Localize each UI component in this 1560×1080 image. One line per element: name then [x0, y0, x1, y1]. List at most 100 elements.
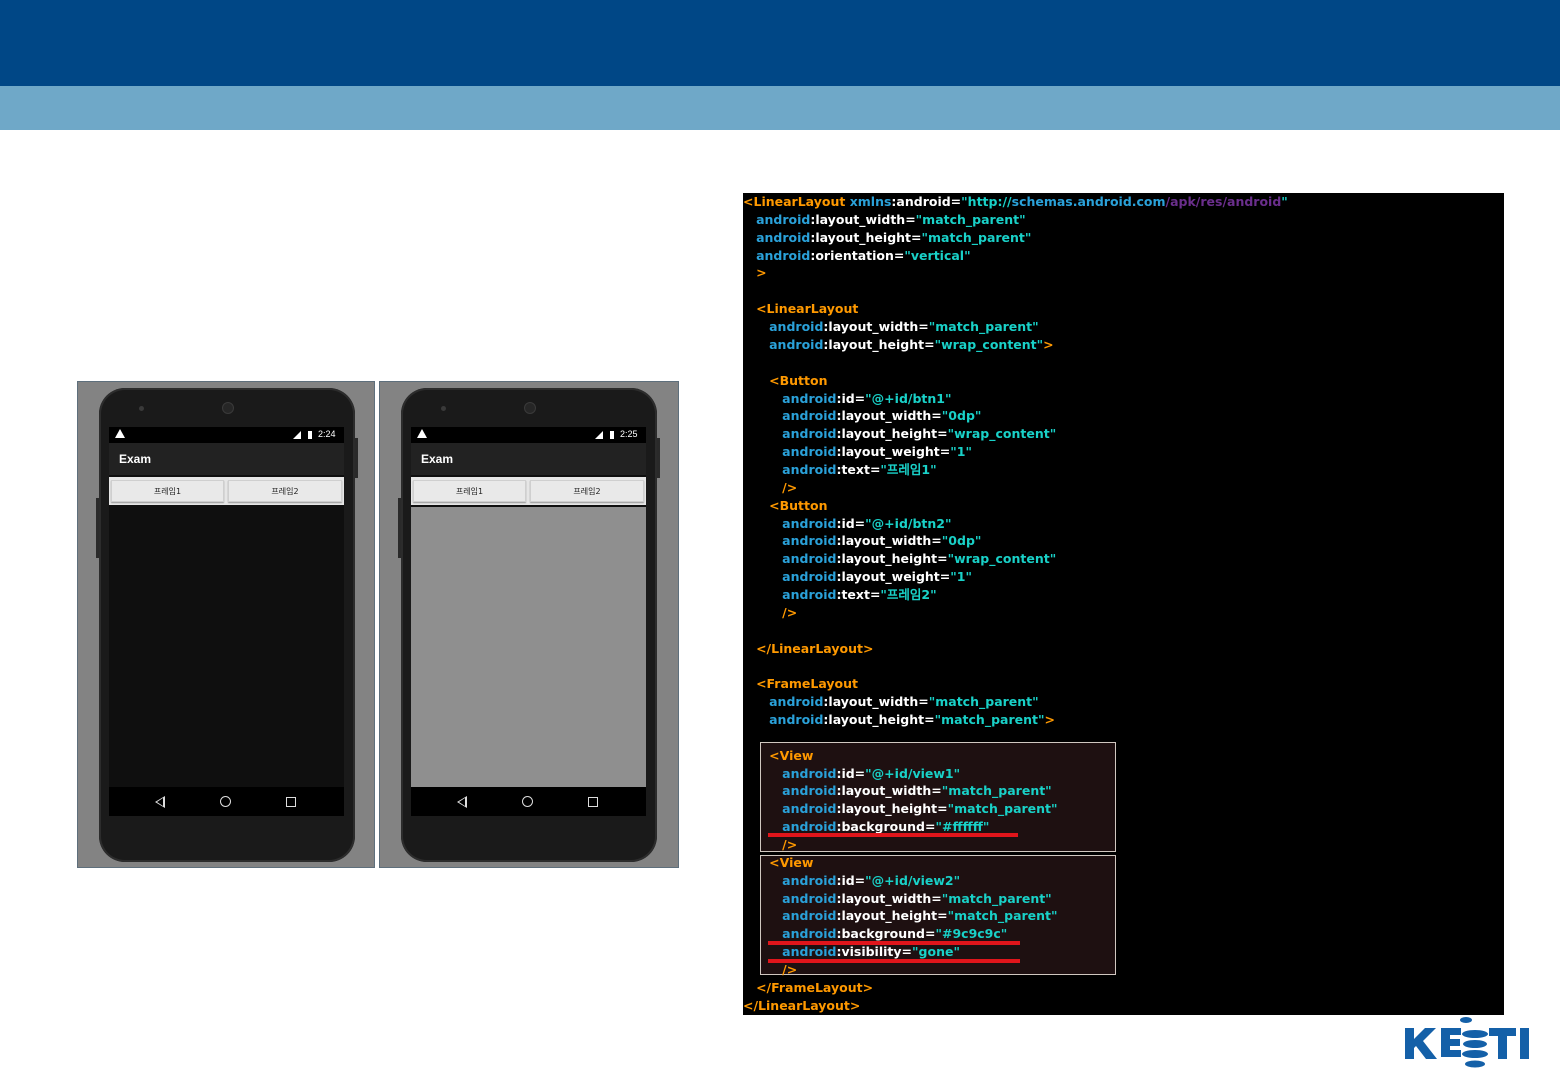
code-token: FrameLayout	[771, 979, 863, 995]
code-token: LinearLayout	[771, 640, 863, 656]
code-token: android	[782, 765, 837, 781]
code-token: android	[769, 336, 824, 352]
code-line: <LinearLayout xmlns:android="http://sche…	[743, 193, 1288, 211]
code-token: </	[756, 979, 772, 995]
battery-icon	[308, 431, 312, 439]
code-token: android	[782, 586, 837, 602]
code-token: :layout_height=	[836, 801, 948, 817]
code-line: android:orientation="vertical"	[743, 247, 971, 265]
back-icon[interactable]	[457, 796, 467, 808]
code-line: <LinearLayout	[743, 300, 858, 318]
code-token: "match_parent"	[921, 229, 1032, 245]
code-token: :layout_weight=	[836, 569, 951, 585]
code-token: android	[756, 229, 811, 245]
code-token: android	[782, 533, 837, 549]
code-token: "프레임1"	[880, 461, 937, 477]
phone-power-button	[355, 438, 358, 478]
back-icon[interactable]	[155, 796, 165, 808]
app-title: Exam	[109, 443, 344, 475]
code-token: </	[743, 997, 759, 1013]
code-token: >	[1043, 336, 1054, 352]
recent-apps-icon[interactable]	[588, 797, 598, 807]
warning-icon	[115, 429, 125, 438]
code-line: <Button	[743, 497, 827, 515]
code-token: android	[769, 711, 824, 727]
code-token: "0dp"	[941, 533, 982, 549]
frame2-button[interactable]: 프레임2	[228, 480, 342, 502]
code-token: LinearLayout	[753, 194, 846, 209]
code-token: android	[782, 908, 837, 924]
code-token: />	[782, 962, 798, 977]
frame-content-area	[411, 507, 646, 787]
code-line: <FrameLayout	[743, 675, 858, 693]
frame2-button[interactable]: 프레임2	[530, 480, 644, 502]
code-token: "match_parent"	[947, 908, 1058, 924]
frame1-button[interactable]: 프레임1	[413, 480, 526, 502]
warning-icon	[417, 429, 427, 438]
code-line: android:text="프레임2"	[743, 586, 937, 604]
code-token: <	[769, 497, 780, 513]
phone-frame: 2:24 Exam 프레임1 프레임2	[96, 388, 358, 862]
code-token: >	[849, 997, 861, 1013]
code-token: schemas.android.com	[1011, 194, 1166, 209]
code-token: "프레임2"	[880, 586, 937, 602]
code-token: "#ffffff"	[935, 819, 990, 835]
code-token: android	[782, 944, 837, 960]
code-token: :background=	[836, 926, 936, 942]
frame1-button[interactable]: 프레임1	[111, 480, 224, 502]
code-token: android	[769, 319, 824, 334]
code-token: android	[782, 408, 837, 424]
code-line: android:layout_height="wrap_content"	[743, 550, 1056, 568]
code-line: android:id="@+id/view2"	[743, 872, 960, 890]
header-band-light	[0, 86, 1560, 130]
code-token: View	[779, 747, 814, 763]
keti-logo	[1405, 1017, 1529, 1068]
code-token: :visibility=	[836, 944, 913, 960]
button-row: 프레임1 프레임2	[411, 477, 646, 505]
code-line: <View	[743, 747, 813, 765]
code-token: :layout_width=	[810, 211, 916, 227]
code-line: </FrameLayout>	[743, 979, 873, 997]
code-token: :layout_weight=	[836, 444, 951, 459]
code-token: android	[782, 819, 837, 835]
code-line: </LinearLayout>	[743, 640, 873, 658]
phone-camera-icon	[524, 402, 536, 414]
home-icon[interactable]	[522, 796, 533, 807]
code-token: android	[782, 551, 837, 567]
recent-apps-icon[interactable]	[286, 797, 296, 807]
code-token: "gone"	[912, 944, 960, 960]
code-token: :layout_width=	[823, 319, 929, 334]
code-line: />	[743, 479, 797, 497]
code-line: android:layout_width="0dp"	[743, 532, 981, 550]
code-token: :layout_width=	[823, 694, 929, 710]
code-token: "wrap_content"	[934, 336, 1044, 352]
code-token: "0dp"	[941, 408, 982, 424]
code-token: :layout_height=	[823, 711, 935, 727]
signal-icon	[595, 431, 603, 439]
code-token: "vertical"	[904, 247, 971, 263]
code-line: <View	[743, 854, 813, 872]
code-token: android	[782, 444, 837, 459]
code-token: android	[782, 461, 837, 477]
home-icon[interactable]	[220, 796, 231, 807]
code-token: "wrap_content"	[947, 551, 1057, 567]
emulator-screenshot-1: 2:24 Exam 프레임1 프레임2	[77, 381, 375, 868]
